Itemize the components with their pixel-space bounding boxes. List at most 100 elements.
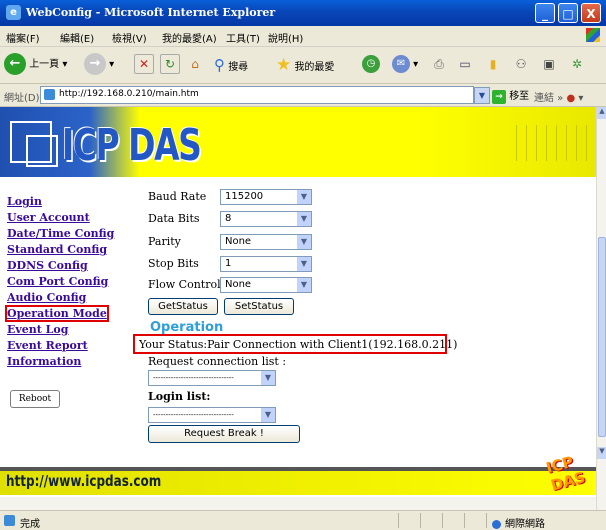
data-bits-select[interactable]: 8 ▼ — [220, 211, 312, 227]
flow-control-value: None — [225, 279, 252, 290]
parity-label: Parity — [148, 235, 181, 248]
page-icon — [44, 89, 55, 100]
chevron-down-icon: ▼ — [296, 235, 311, 249]
go-label: 移至 — [509, 91, 530, 102]
minimize-button[interactable]: _ — [535, 3, 555, 23]
home-button[interactable]: ⌂ — [186, 53, 204, 77]
forward-arrow-icon: → — [84, 53, 106, 75]
footer-banner: http://www.icpdas.com ICP DAS — [0, 453, 596, 495]
nav-operation-mode[interactable]: Operation Mode — [5, 305, 109, 322]
related-button[interactable]: ✲ — [568, 53, 586, 77]
mail-button[interactable]: ✉ ▾ — [392, 53, 418, 77]
status-divider — [398, 513, 399, 528]
request-break-button[interactable]: Request Break ! — [148, 425, 300, 443]
nav-event-report[interactable]: Event Report — [7, 339, 88, 352]
menu-tools[interactable]: 工具(T) — [226, 30, 260, 45]
status-done: 完成 — [20, 519, 40, 530]
menu-help[interactable]: 說明(H) — [268, 30, 303, 45]
address-label: 網址(D) — [4, 93, 40, 104]
menu-favorites[interactable]: 我的最愛(A) — [162, 30, 217, 45]
footer-mini-logo: ICP DAS — [544, 452, 588, 495]
folder-button[interactable]: ▮ — [484, 53, 502, 77]
forward-button[interactable]: → ▾ — [84, 53, 114, 77]
status-divider — [464, 513, 465, 528]
search-label: 搜尋 — [228, 62, 249, 73]
footer-url[interactable]: http://www.icpdas.com — [6, 472, 161, 490]
toolbar: ← 上一頁 ▾ → ▾ ✕ ↻ ⌂ ⚲ 搜尋 ★ 我的最愛 ◷ ✉ ▾ ⎙ ▭ … — [0, 47, 606, 84]
maximize-button[interactable]: □ — [558, 3, 578, 23]
status-divider — [486, 513, 487, 528]
nav-event-log[interactable]: Event Log — [7, 323, 68, 336]
edit-icon: ▭ — [459, 57, 471, 71]
scroll-down-icon[interactable]: ▼ — [597, 447, 606, 459]
folder-icon: ▮ — [489, 57, 497, 71]
menu-view[interactable]: 檢視(V) — [112, 30, 147, 45]
mail-icon: ✉ — [392, 55, 410, 73]
address-dropdown-button[interactable]: ▼ — [474, 87, 490, 104]
browser-window: e WebConfig - Microsoft Internet Explore… — [0, 0, 606, 530]
set-status-button[interactable]: SetStatus — [224, 298, 294, 315]
horizontal-scrollbar[interactable] — [0, 497, 596, 510]
nav-standard-config[interactable]: Standard Config — [7, 243, 107, 256]
chevron-down-icon: ▼ — [260, 408, 275, 422]
back-arrow-icon: ← — [4, 53, 26, 75]
links-label: 連結 — [534, 93, 554, 104]
address-bar: 網址(D) http://192.168.0.210/main.htm ▼ → … — [0, 84, 606, 107]
nav-login[interactable]: Login — [7, 195, 42, 208]
print-icon: ⎙ — [434, 57, 444, 71]
messenger-icon: ▣ — [543, 57, 555, 71]
links-button[interactable]: 連結 » ● ▾ — [534, 89, 583, 104]
stop-bits-select[interactable]: 1 ▼ — [220, 256, 312, 272]
back-button[interactable]: ← 上一頁 ▾ — [4, 53, 67, 77]
baud-rate-label: Baud Rate — [148, 190, 207, 203]
edit-button[interactable]: ▭ — [456, 53, 474, 77]
nav-information[interactable]: Information — [7, 355, 81, 368]
nav-com-port-config[interactable]: Com Port Config — [7, 275, 108, 288]
connection-status: Your Status:Pair Connection with Client1… — [133, 334, 457, 354]
request-list-label: Request connection list : — [148, 355, 287, 368]
request-list-select[interactable]: -------------------------------- ▼ — [148, 370, 276, 386]
reboot-button[interactable]: Reboot — [10, 390, 60, 408]
search-button[interactable]: ⚲ 搜尋 — [214, 53, 248, 77]
translate-icon: ● — [566, 93, 576, 104]
baud-rate-value: 115200 — [225, 191, 264, 202]
nav-user-account[interactable]: User Account — [7, 211, 90, 224]
header-banner: ICP DAS — [0, 107, 596, 177]
favorites-button[interactable]: ★ 我的最愛 — [276, 53, 334, 77]
go-button[interactable]: → 移至 — [492, 87, 529, 104]
messenger-button[interactable]: ▣ — [540, 53, 558, 77]
star-icon: ★ — [276, 55, 292, 75]
page-content: ICP DAS Login User Account Date/Time Con… — [0, 107, 596, 510]
flow-control-select[interactable]: None ▼ — [220, 277, 312, 293]
status-divider — [420, 513, 421, 528]
login-list-select[interactable]: -------------------------------- ▼ — [148, 407, 276, 423]
address-input[interactable]: http://192.168.0.210/main.htm — [40, 86, 474, 104]
security-zone: 網際網路 — [492, 515, 545, 530]
close-button[interactable]: X — [581, 3, 601, 23]
home-icon: ⌂ — [191, 57, 199, 71]
vertical-scrollbar[interactable]: ▲ ▼ — [596, 107, 606, 510]
scroll-up-icon[interactable]: ▲ — [597, 107, 606, 119]
icpdas-logo: ICP DAS — [62, 120, 202, 171]
nav-datetime-config[interactable]: Date/Time Config — [7, 227, 114, 240]
parity-select[interactable]: None ▼ — [220, 234, 312, 250]
history-button[interactable]: ◷ — [362, 53, 380, 77]
login-list-label: Login list: — [148, 390, 211, 403]
stop-button[interactable]: ✕ — [134, 53, 154, 77]
nav-audio-config[interactable]: Audio Config — [7, 291, 86, 304]
print-button[interactable]: ⎙ — [430, 53, 448, 77]
chevron-down-icon: ▼ — [260, 371, 275, 385]
request-list-value: -------------------------------- — [153, 374, 234, 382]
favorites-label: 我的最愛 — [294, 62, 335, 73]
status-bar: 完成 網際網路 — [0, 510, 606, 530]
baud-rate-select[interactable]: 115200 ▼ — [220, 189, 312, 205]
flow-control-label: Flow Control — [148, 278, 221, 291]
scroll-thumb[interactable] — [598, 237, 606, 437]
refresh-button[interactable]: ↻ — [160, 53, 180, 77]
get-status-button[interactable]: GetStatus — [148, 298, 218, 315]
research-button[interactable]: ⚇ — [512, 53, 530, 77]
go-arrow-icon: → — [492, 90, 506, 104]
menu-edit[interactable]: 編輯(E) — [60, 30, 94, 45]
menu-file[interactable]: 檔案(F) — [6, 30, 40, 45]
nav-ddns-config[interactable]: DDNS Config — [7, 259, 88, 272]
